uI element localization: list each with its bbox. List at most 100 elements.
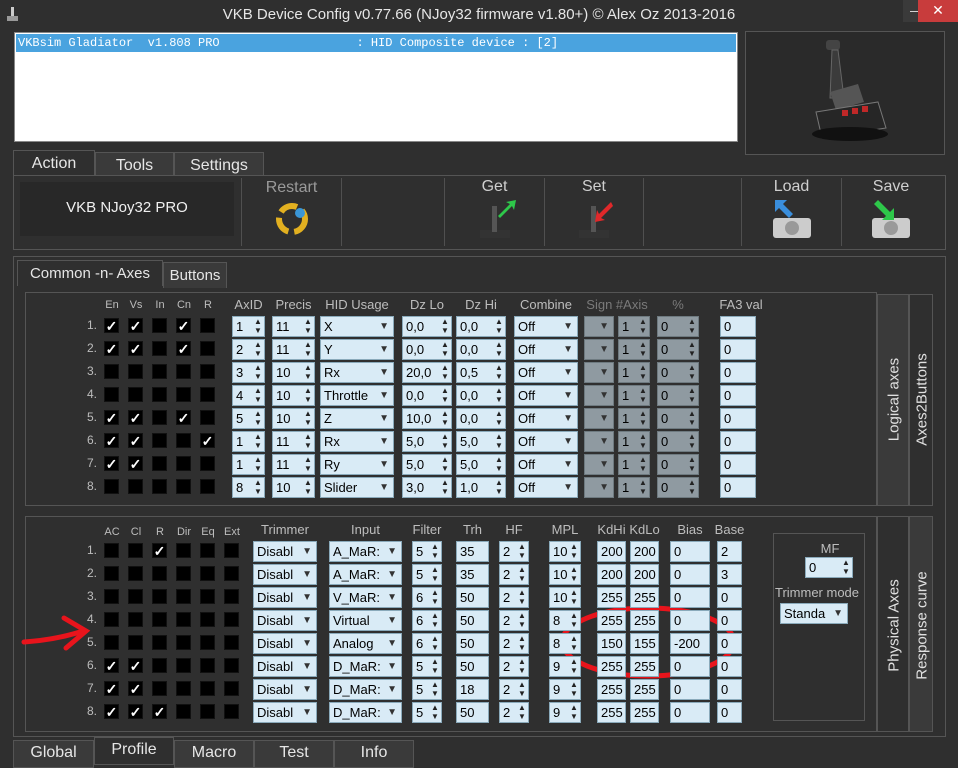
spinner-icon[interactable]: ▲ ▼ [440, 340, 450, 359]
flag-checkbox[interactable] [104, 589, 119, 604]
field-pct[interactable]: 0 ▲ ▼ [657, 362, 699, 383]
field-mpl[interactable]: 9 ▲ ▼ [549, 656, 581, 677]
flag-checkbox[interactable] [200, 543, 215, 558]
flag-checkbox[interactable] [200, 479, 215, 494]
field-sign[interactable]: ▼ [584, 431, 614, 452]
flag-checkbox[interactable]: ✓ [152, 543, 167, 558]
field-fa3[interactable]: 0 [720, 454, 756, 475]
field-filter[interactable]: 6 ▲ ▼ [412, 633, 442, 654]
field-precis[interactable]: 10 ▲ ▼ [272, 408, 315, 429]
flag-checkbox[interactable] [224, 589, 239, 604]
spinner-icon[interactable]: ▲ ▼ [253, 409, 263, 428]
flag-checkbox[interactable] [224, 658, 239, 673]
field-filter[interactable]: 5 ▲ ▼ [412, 679, 442, 700]
field-mpl[interactable]: 9 ▲ ▼ [549, 679, 581, 700]
field-dzhi[interactable]: 0,0 ▲ ▼ [456, 316, 506, 337]
spinner-icon[interactable]: ▲ ▼ [517, 565, 527, 584]
field-trimmer[interactable]: Disabl ▼ [253, 541, 317, 562]
flag-checkbox[interactable] [152, 456, 167, 471]
field-axid[interactable]: 4 ▲ ▼ [232, 385, 265, 406]
flag-checkbox[interactable] [176, 566, 191, 581]
field-input[interactable]: D_MaR: ▼ [329, 702, 402, 723]
field-trimmer[interactable]: Disabl ▼ [253, 679, 317, 700]
spinner-icon[interactable]: ▲ ▼ [569, 611, 579, 630]
field-axid[interactable]: 5 ▲ ▼ [232, 408, 265, 429]
spinner-icon[interactable]: ▲ ▼ [440, 386, 450, 405]
spinner-icon[interactable]: ▲ ▼ [253, 478, 263, 497]
flag-checkbox[interactable]: ✓ [104, 410, 119, 425]
field-usage[interactable]: Z ▼ [320, 408, 394, 429]
spinner-icon[interactable]: ▲ ▼ [253, 317, 263, 336]
field-axis[interactable]: 1 ▲ ▼ [618, 454, 650, 475]
field-bias[interactable]: 0 [670, 564, 710, 585]
field-axid[interactable]: 1 ▲ ▼ [232, 431, 265, 452]
spinner-icon[interactable]: ▲ ▼ [687, 317, 697, 336]
field-precis[interactable]: 11 ▲ ▼ [272, 339, 315, 360]
set-button[interactable]: Set [545, 178, 643, 246]
field-hf[interactable]: 2 ▲ ▼ [499, 656, 529, 677]
device-list[interactable]: VKBsim Gladiator v1.808 PRO : HID Compos… [14, 32, 738, 142]
spinner-icon[interactable]: ▲ ▼ [569, 542, 579, 561]
spinner-icon[interactable]: ▲ ▼ [638, 478, 648, 497]
flag-checkbox[interactable] [104, 364, 119, 379]
flag-checkbox[interactable] [128, 566, 143, 581]
field-dzhi[interactable]: 0,0 ▲ ▼ [456, 385, 506, 406]
field-input[interactable]: A_MaR: ▼ [329, 541, 402, 562]
field-fa3[interactable]: 0 [720, 362, 756, 383]
tab-global[interactable]: Global [13, 740, 94, 768]
field-usage[interactable]: Rx ▼ [320, 362, 394, 383]
flag-checkbox[interactable] [128, 635, 143, 650]
field-pct[interactable]: 0 ▲ ▼ [657, 454, 699, 475]
flag-checkbox[interactable] [104, 387, 119, 402]
field-bias[interactable]: 0 [670, 679, 710, 700]
field-axis[interactable]: 1 ▲ ▼ [618, 362, 650, 383]
field-base[interactable]: 0 [717, 587, 742, 608]
field-filter[interactable]: 5 ▲ ▼ [412, 656, 442, 677]
field-combine[interactable]: Off ▼ [514, 431, 578, 452]
spinner-icon[interactable]: ▲ ▼ [303, 409, 313, 428]
flag-checkbox[interactable] [224, 681, 239, 696]
flag-checkbox[interactable] [128, 387, 143, 402]
spinner-icon[interactable]: ▲ ▼ [253, 363, 263, 382]
field-bias[interactable]: 0 [670, 541, 710, 562]
flag-checkbox[interactable] [176, 681, 191, 696]
flag-checkbox[interactable] [224, 543, 239, 558]
field-sign[interactable]: ▼ [584, 316, 614, 337]
field-input[interactable]: D_MaR: ▼ [329, 656, 402, 677]
flag-checkbox[interactable]: ✓ [128, 433, 143, 448]
flag-checkbox[interactable] [152, 479, 167, 494]
field-axid[interactable]: 1 ▲ ▼ [232, 316, 265, 337]
field-trimmer[interactable]: Disabl ▼ [253, 587, 317, 608]
spinner-icon[interactable]: ▲ ▼ [569, 634, 579, 653]
field-dzlo[interactable]: 0,0 ▲ ▼ [402, 339, 452, 360]
flag-checkbox[interactable] [152, 318, 167, 333]
field-axis[interactable]: 1 ▲ ▼ [618, 408, 650, 429]
spinner-icon[interactable]: ▲ ▼ [569, 703, 579, 722]
flag-checkbox[interactable] [200, 589, 215, 604]
spinner-icon[interactable]: ▲ ▼ [430, 588, 440, 607]
save-button[interactable]: Save [842, 178, 940, 246]
spinner-icon[interactable]: ▲ ▼ [303, 317, 313, 336]
field-dzlo[interactable]: 20,0 ▲ ▼ [402, 362, 452, 383]
spinner-icon[interactable]: ▲ ▼ [687, 478, 697, 497]
flag-checkbox[interactable]: ✓ [104, 704, 119, 719]
field-usage[interactable]: Y ▼ [320, 339, 394, 360]
flag-checkbox[interactable] [104, 612, 119, 627]
flag-checkbox[interactable] [200, 387, 215, 402]
flag-checkbox[interactable] [176, 589, 191, 604]
spinner-icon[interactable]: ▲ ▼ [638, 386, 648, 405]
field-axid[interactable]: 2 ▲ ▼ [232, 339, 265, 360]
flag-checkbox[interactable] [224, 704, 239, 719]
spinner-icon[interactable]: ▲ ▼ [303, 455, 313, 474]
flag-checkbox[interactable] [152, 387, 167, 402]
field-combine[interactable]: Off ▼ [514, 316, 578, 337]
spinner-icon[interactable]: ▲ ▼ [303, 386, 313, 405]
field-kdhi[interactable]: 200 [597, 541, 626, 562]
field-precis[interactable]: 10 ▲ ▼ [272, 362, 315, 383]
flag-checkbox[interactable] [176, 612, 191, 627]
field-kdlo[interactable]: 255 [630, 656, 659, 677]
spinner-icon[interactable]: ▲ ▼ [638, 317, 648, 336]
field-fa3[interactable]: 0 [720, 431, 756, 452]
field-kdlo[interactable]: 200 [630, 541, 659, 562]
field-combine[interactable]: Off ▼ [514, 477, 578, 498]
